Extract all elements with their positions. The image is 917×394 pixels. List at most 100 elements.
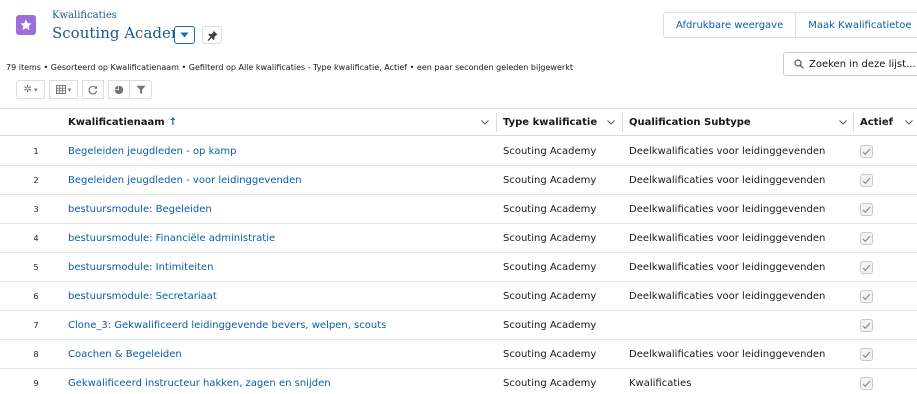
- list-view-switcher-button[interactable]: [174, 26, 195, 44]
- chevron-down-icon: [180, 32, 189, 38]
- qualification-type: Scouting Academy: [503, 378, 597, 389]
- check-icon: [862, 380, 871, 387]
- pin-list-button[interactable]: [202, 26, 222, 44]
- qualification-subtype: Deelkwalificaties voor leidinggevenden: [629, 204, 826, 215]
- qualification-subtype: Deelkwalificaties voor leidinggevenden: [629, 175, 826, 186]
- search-placeholder: Zoeken in deze lijst...: [809, 58, 916, 70]
- column-header-type[interactable]: Type kwalificatie: [503, 109, 619, 136]
- table-icon: [55, 85, 66, 94]
- qualification-type: Scouting Academy: [503, 291, 597, 302]
- qualification-subtype: Deelkwalificaties voor leidinggevenden: [629, 262, 826, 273]
- table-row[interactable]: 9 Gekwalificeerd instructeur hakken, zage…: [0, 369, 917, 394]
- search-icon: [794, 59, 804, 69]
- column-divider[interactable]: [853, 113, 854, 132]
- table-row[interactable]: 4 bestuursmodule: Financiële administrati…: [0, 224, 917, 253]
- active-cell: [860, 253, 873, 282]
- qualification-name-link[interactable]: Begeleiden jeugdleden - voor leidinggeve…: [68, 166, 302, 195]
- qualification-name-link[interactable]: bestuursmodule: Secretariaat: [68, 282, 217, 311]
- printable-view-button[interactable]: Afdrukbare weergave: [663, 12, 797, 38]
- table-row[interactable]: 8 Coachen & Begeleiden Scouting Academy Dee…: [0, 340, 917, 369]
- search-input[interactable]: Zoeken in deze lijst...: [783, 52, 917, 76]
- qualification-type: Scouting Academy: [503, 146, 597, 157]
- column-header-active[interactable]: Actief: [860, 109, 917, 136]
- refresh-icon: [88, 85, 98, 94]
- column-label: Actief: [860, 117, 894, 128]
- qualification-subtype: Deelkwalificaties voor leidinggevenden: [629, 233, 826, 244]
- active-checkbox: [860, 319, 873, 332]
- active-checkbox: [860, 377, 873, 390]
- qualification-name-link[interactable]: bestuursmodule: Intimiteiten: [68, 253, 213, 282]
- active-cell: [860, 166, 873, 195]
- arrow-up-icon: ↑: [168, 117, 178, 128]
- list-toolbar: ✲ ▾ ▾: [16, 80, 152, 99]
- filter-button[interactable]: [130, 80, 152, 99]
- display-as-button[interactable]: ▾: [49, 80, 78, 99]
- star-icon: [16, 15, 36, 35]
- check-icon: [862, 322, 871, 329]
- active-checkbox: [860, 261, 873, 274]
- chevron-down-icon[interactable]: [904, 117, 914, 127]
- gear-icon: ✲: [23, 84, 32, 95]
- qualification-name-link[interactable]: Gekwalificeerd instructeur hakken, zagen…: [68, 369, 331, 394]
- row-number: 5: [33, 263, 39, 272]
- create-qualification-button[interactable]: Maak Kwalificatietoe: [796, 12, 917, 38]
- active-checkbox: [860, 145, 873, 158]
- qualification-type: Scouting Academy: [503, 233, 597, 244]
- column-label: Kwalificatienaam: [68, 117, 165, 128]
- qualification-subtype: Deelkwalificaties voor leidinggevenden: [629, 349, 826, 360]
- row-number: 7: [33, 321, 39, 330]
- column-divider[interactable]: [496, 113, 497, 132]
- qualification-name-link[interactable]: Coachen & Begeleiden: [68, 340, 182, 369]
- settings-button[interactable]: ✲ ▾: [16, 80, 45, 99]
- row-number: 2: [33, 176, 39, 185]
- check-icon: [862, 148, 871, 155]
- check-icon: [862, 264, 871, 271]
- table-row[interactable]: 6 bestuursmodule: Secretariaat Scouting Ac…: [0, 282, 917, 311]
- pin-icon: [206, 29, 218, 41]
- refresh-button[interactable]: [82, 80, 104, 99]
- column-label: Type kwalificatie: [503, 117, 598, 128]
- table-row[interactable]: 7 Clone_3: Gekwalificeerd leidinggevende …: [0, 311, 917, 340]
- check-icon: [862, 235, 871, 242]
- chevron-down-icon[interactable]: [838, 117, 848, 127]
- active-cell: [860, 195, 873, 224]
- table-row[interactable]: 3 bestuursmodule: Begeleiden Scouting Acad…: [0, 195, 917, 224]
- active-cell: [860, 282, 873, 311]
- charts-button[interactable]: [108, 80, 130, 99]
- table-row[interactable]: 1 Begeleiden jeugdleden - op kamp Scouting…: [0, 137, 917, 166]
- qualification-name-link[interactable]: bestuursmodule: Financiële administratie: [68, 224, 275, 253]
- active-cell: [860, 340, 873, 369]
- column-label: Qualification Subtype: [629, 117, 751, 128]
- qualification-type: Scouting Academy: [503, 204, 597, 215]
- row-number: 3: [33, 205, 39, 214]
- qualification-subtype: Deelkwalificaties voor leidinggevenden: [629, 146, 826, 157]
- qualification-type: Scouting Academy: [503, 349, 597, 360]
- list-info-text: 79 items • Gesorteerd op Kwalificatienaa…: [6, 63, 573, 72]
- qualification-type: Scouting Academy: [503, 175, 597, 186]
- check-icon: [862, 177, 871, 184]
- active-cell: [860, 311, 873, 340]
- row-number: 4: [33, 234, 39, 243]
- check-icon: [862, 206, 871, 213]
- active-checkbox: [860, 290, 873, 303]
- active-cell: [860, 224, 873, 253]
- column-divider[interactable]: [622, 113, 623, 132]
- table-header: Kwalificatienaam ↑ Type kwalificatie Qua…: [0, 108, 917, 136]
- active-checkbox: [860, 348, 873, 361]
- qualification-subtype: Kwalificaties: [629, 378, 692, 389]
- qualification-name-link[interactable]: Begeleiden jeugdleden - op kamp: [68, 137, 236, 166]
- column-header-name[interactable]: Kwalificatienaam ↑: [68, 109, 494, 136]
- table-row[interactable]: 2 Begeleiden jeugdleden - voor leidinggev…: [0, 166, 917, 195]
- active-checkbox: [860, 203, 873, 216]
- table-row[interactable]: 5 bestuursmodule: Intimiteiten Scouting Ac…: [0, 253, 917, 282]
- pie-chart-icon: [114, 85, 124, 94]
- qualification-name-link[interactable]: Clone_3: Gekwalificeerd leidinggevende b…: [68, 311, 386, 340]
- active-checkbox: [860, 232, 873, 245]
- qualification-type: Scouting Academy: [503, 262, 597, 273]
- row-number: 9: [33, 379, 39, 388]
- row-number: 1: [33, 147, 39, 156]
- qualification-name-link[interactable]: bestuursmodule: Begeleiden: [68, 195, 212, 224]
- chevron-down-icon[interactable]: [606, 117, 616, 127]
- column-header-subtype[interactable]: Qualification Subtype: [629, 109, 851, 136]
- chevron-down-icon[interactable]: [480, 117, 490, 127]
